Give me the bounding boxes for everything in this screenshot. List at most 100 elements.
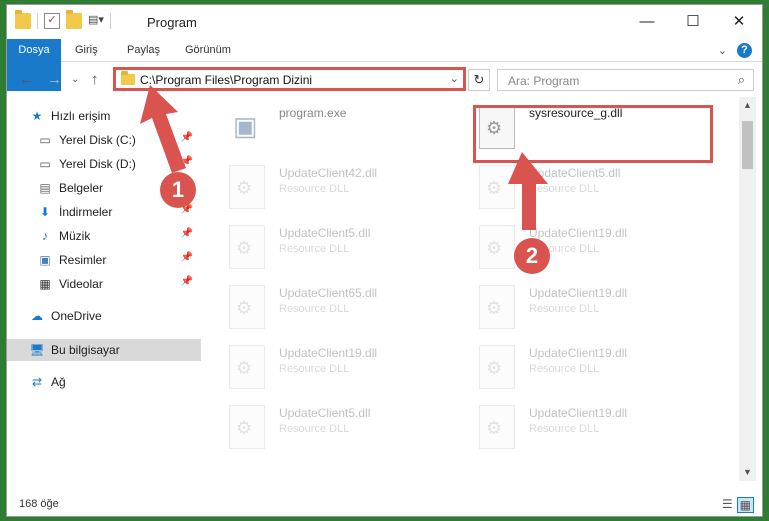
file-type: Resource DLL xyxy=(279,363,350,375)
drive-icon: ▭ xyxy=(39,133,51,147)
list-item[interactable]: UpdateClient5.dll Resource DLL xyxy=(461,159,691,211)
drive-icon: ▭ xyxy=(39,157,51,171)
scroll-thumb[interactable] xyxy=(742,121,753,169)
expand-ribbon-icon[interactable]: ⌄ xyxy=(718,44,727,57)
sidebar-item-pictures[interactable]: ▣ Resimler 📌 xyxy=(37,249,201,271)
list-item[interactable]: UpdateClient65.dll Resource DLL xyxy=(211,279,441,331)
pin-icon[interactable]: 📌 xyxy=(181,228,193,239)
tab-view[interactable]: Görünüm xyxy=(179,39,237,62)
chevron-down-icon[interactable]: ⌄ xyxy=(450,72,459,85)
search-input[interactable]: Ara: Program ⌕ xyxy=(497,69,754,91)
list-item[interactable]: UpdateClient5.dll Resource DLL xyxy=(211,399,441,451)
close-button[interactable]: ✕ xyxy=(716,5,762,37)
list-item[interactable]: UpdateClient19.dll Resource DLL xyxy=(461,219,691,271)
customize-toolbar-icon[interactable]: ▤▾ xyxy=(88,13,104,29)
recent-locations-icon[interactable]: ⌄ xyxy=(71,74,79,85)
properties-icon[interactable]: ✓ xyxy=(44,13,60,29)
list-item[interactable]: UpdateClient19.dll Resource DLL xyxy=(211,339,441,391)
file-type: Resource DLL xyxy=(279,423,350,435)
sidebar-item-label: Hızlı erişim xyxy=(51,109,111,123)
address-path: C:\Program Files\Program Dizini xyxy=(140,73,313,87)
file-name: UpdateClient5.dll xyxy=(279,226,371,240)
sidebar-item-quick-access[interactable]: ★ Hızlı erişim xyxy=(29,105,201,127)
sidebar-item-onedrive[interactable]: ☁ OneDrive xyxy=(29,305,201,327)
file-name: UpdateClient19.dll xyxy=(529,286,628,300)
file-name: UpdateClient65.dll xyxy=(279,286,378,300)
file-type: Resource DLL xyxy=(529,363,600,375)
list-item[interactable]: program.exe xyxy=(211,99,441,151)
pin-icon[interactable]: 📌 xyxy=(181,276,193,287)
sidebar-item-label: İndirmeler xyxy=(59,205,113,219)
sidebar-item-label: Yerel Disk (D:) xyxy=(59,157,136,171)
window-title: Program xyxy=(147,15,197,30)
tab-share[interactable]: Paylaş xyxy=(121,39,166,62)
scroll-down-icon[interactable]: ▼ xyxy=(739,464,756,481)
sidebar-item-label: Belgeler xyxy=(59,181,104,195)
sidebar-item-label: Resimler xyxy=(59,253,107,267)
list-item[interactable]: UpdateClient19.dll Resource DLL xyxy=(461,279,691,331)
help-icon[interactable]: ? xyxy=(737,43,752,58)
toolbar-divider xyxy=(37,13,38,29)
file-name: UpdateClient19.dll xyxy=(529,226,628,240)
sidebar-item-videos[interactable]: ▦ Videolar 📌 xyxy=(37,273,201,295)
ribbon-controls: ⌄ ? xyxy=(718,43,752,58)
sidebar-item-local-disk-c[interactable]: ▭ Yerel Disk (C:) 📌 xyxy=(37,129,201,151)
scroll-up-icon[interactable]: ▲ xyxy=(739,97,756,114)
sidebar-item-network[interactable]: ⇄ Ağ xyxy=(29,371,201,393)
sidebar-item-this-pc[interactable]: 🖥 Bu bilgisayar xyxy=(7,339,201,361)
tiles-view-icon[interactable]: ▦ xyxy=(736,497,754,513)
folder-icon xyxy=(121,71,135,85)
file-type: Resource DLL xyxy=(529,183,600,195)
dll-file-icon xyxy=(479,285,515,329)
view-switcher: ☰ ▦ xyxy=(722,497,754,513)
back-arrow-icon[interactable]: ← xyxy=(19,71,34,88)
dll-file-icon xyxy=(479,405,515,449)
sidebar-item-music[interactable]: ♪ Müzik 📌 xyxy=(37,225,201,247)
address-row: ← → ⌄ ↑ C:\Program Files\Program Dizini … xyxy=(7,65,762,95)
file-type: Resource DLL xyxy=(279,303,350,315)
cloud-icon: ☁ xyxy=(31,309,43,323)
file-name: program.exe xyxy=(279,106,347,120)
file-highlight-box xyxy=(473,105,713,163)
vertical-scrollbar[interactable]: ▲ ▼ xyxy=(739,97,756,481)
file-name: UpdateClient19.dll xyxy=(279,346,378,360)
step-1-badge: 1 xyxy=(160,172,196,208)
explorer-window: ✓ ▤▾ Program — ☐ ✕ Dosya Giriş Paylaş Gö… xyxy=(6,4,763,517)
pictures-icon: ▣ xyxy=(39,253,51,267)
title-bar: ✓ ▤▾ Program — ☐ ✕ xyxy=(7,5,762,39)
new-folder-icon[interactable] xyxy=(66,10,82,29)
dll-file-icon xyxy=(479,345,515,389)
file-type: Resource DLL xyxy=(279,183,350,195)
address-bar[interactable]: C:\Program Files\Program Dizini ⌄ xyxy=(113,67,466,91)
refresh-button[interactable]: ↻ xyxy=(468,69,490,91)
file-name: UpdateClient5.dll xyxy=(529,166,621,180)
dll-file-icon xyxy=(229,225,265,269)
pin-icon[interactable]: 📌 xyxy=(181,132,193,143)
up-arrow-icon[interactable]: ↑ xyxy=(91,71,99,88)
pin-icon[interactable]: 📌 xyxy=(181,156,193,167)
dll-file-icon xyxy=(479,225,515,269)
music-icon: ♪ xyxy=(42,229,48,243)
forward-arrow-icon[interactable]: → xyxy=(47,71,62,88)
sidebar-item-label: Bu bilgisayar xyxy=(51,343,120,357)
details-view-icon[interactable]: ☰ xyxy=(722,497,733,513)
maximize-button[interactable]: ☐ xyxy=(670,5,716,37)
tab-home[interactable]: Giriş xyxy=(69,39,104,62)
dll-file-icon xyxy=(229,405,265,449)
dll-file-icon xyxy=(479,165,515,209)
sidebar-item-label: Ağ xyxy=(51,375,66,389)
pin-icon[interactable]: 📌 xyxy=(181,252,193,263)
file-name: UpdateClient19.dll xyxy=(529,406,628,420)
status-bar: 168 öğe ☰ ▦ xyxy=(7,492,762,516)
file-list: program.exe sysresource_g.dll UpdateClie… xyxy=(211,97,733,475)
list-item[interactable]: UpdateClient42.dll Resource DLL xyxy=(211,159,441,211)
step-2-badge: 2 xyxy=(514,238,550,274)
network-icon: ⇄ xyxy=(31,375,43,389)
search-placeholder: Ara: Program xyxy=(508,74,580,88)
list-item[interactable]: UpdateClient19.dll Resource DLL xyxy=(461,399,691,451)
folder-icon xyxy=(15,10,31,29)
minimize-button[interactable]: — xyxy=(624,5,670,37)
item-count: 168 öğe xyxy=(19,498,59,510)
list-item[interactable]: UpdateClient19.dll Resource DLL xyxy=(461,339,691,391)
list-item[interactable]: UpdateClient5.dll Resource DLL xyxy=(211,219,441,271)
